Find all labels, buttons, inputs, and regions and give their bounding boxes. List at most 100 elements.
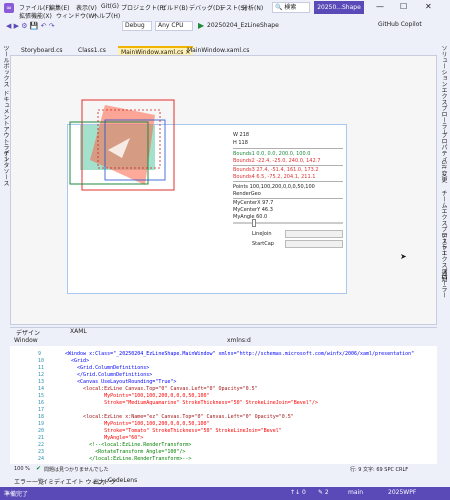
- line-number: 20: [38, 428, 45, 434]
- tab-class1[interactable]: Class1.cs: [75, 46, 109, 55]
- line-number: 24: [38, 456, 45, 462]
- config-select[interactable]: Debug: [122, 21, 152, 31]
- code-line: Stroke="Tomato" StrokeThickness="50" Str…: [65, 428, 282, 434]
- line-number: 14: [38, 386, 45, 392]
- tab-mainwindow-cs[interactable]: MainWindow.xaml.cs: [184, 46, 252, 55]
- platform-select[interactable]: Any CPU: [155, 21, 193, 31]
- zoom-level[interactable]: 100 %: [14, 466, 30, 472]
- check-icon: ✔: [36, 465, 42, 472]
- width-label: W 218: [233, 132, 250, 138]
- menu-build[interactable]: ビルド(B): [161, 3, 188, 12]
- shapes-canvas: [69, 99, 175, 191]
- line-number: 16: [38, 400, 45, 406]
- vs-logo-icon: ∞: [4, 3, 14, 13]
- startcap-combo[interactable]: [285, 240, 343, 248]
- linejoin-label: LineJoin: [252, 231, 272, 237]
- menu-project[interactable]: プロジェクト(P): [121, 3, 165, 12]
- issues-status: 問題は見つかりませんでした: [44, 467, 109, 473]
- minimize-button[interactable]: —: [376, 2, 384, 11]
- toolbox-tab[interactable]: ツールボックス: [1, 45, 10, 87]
- close-button[interactable]: ✕: [425, 2, 432, 11]
- line-number: 9: [38, 351, 42, 357]
- line-number: 10: [38, 358, 45, 364]
- back-icon[interactable]: ◀ ▶ ⚙ 💾 ↶ ↷: [6, 22, 55, 30]
- code-line: <Grid>: [65, 358, 90, 364]
- bounds2-label: Bounds2 -22.4, -25.0, 240.0, 142.7: [233, 158, 321, 164]
- mycentery-label: MyCenterY 46.3: [233, 207, 273, 213]
- separator: [233, 148, 343, 149]
- code-line: MyPoints="100,100,200,0,0,0,50,100": [65, 421, 210, 427]
- xaml-tab[interactable]: XAML: [70, 328, 87, 335]
- bounds1-label: Bounds1 0.0, 0.0, 200.0, 100.0: [233, 151, 311, 157]
- element-selector[interactable]: Window: [14, 337, 38, 344]
- menu-debug[interactable]: デバッグ(D): [189, 3, 222, 12]
- element-bar: [10, 336, 437, 345]
- tab-output[interactable]: 出力: [93, 477, 105, 486]
- linejoin-combo[interactable]: [285, 230, 343, 238]
- separator: [233, 198, 343, 199]
- code-lines: 9 10 11 12 13 14 15 16 17 18 19 20 21 22…: [10, 346, 437, 464]
- code-line: <Canvas UseLayoutRounding="True">: [65, 379, 177, 385]
- notifications-tab[interactable]: 通知: [439, 270, 448, 282]
- run-icon[interactable]: ▶: [198, 21, 204, 30]
- menu-window[interactable]: ウィンドウ(W): [56, 11, 97, 20]
- tab-codelens[interactable]: CodeLens: [108, 477, 137, 484]
- separator: [233, 181, 343, 182]
- line-number: 19: [38, 421, 45, 427]
- separator: [233, 165, 343, 166]
- search-box[interactable]: 🔍 検索: [272, 2, 310, 13]
- tab-mainwindow-xaml[interactable]: MainWindow.xaml.cs ✕: [118, 46, 194, 56]
- mouse-cursor-icon: ➤: [400, 252, 407, 261]
- menu-help[interactable]: ヘルプ(H): [93, 11, 120, 20]
- startcap-label: StartCap: [252, 241, 274, 247]
- test-explorer-tab[interactable]: テストエクスプローラー: [439, 232, 448, 298]
- datasource-tab[interactable]: データソース: [1, 150, 10, 186]
- slider-thumb[interactable]: [252, 219, 256, 227]
- code-line: <local:EzLine x:Name="ez" Canvas.Top="0"…: [65, 414, 294, 420]
- line-number: 15: [38, 393, 45, 399]
- project-title: 20250...Shape: [314, 1, 364, 14]
- cursor-position: 行: 9 文字: 69 SPC CRLF: [350, 467, 409, 473]
- member-selector[interactable]: xmlns:d: [227, 337, 251, 344]
- sync-status[interactable]: ↑↓ 0: [290, 489, 306, 496]
- points-label: Points 100,100,200,0,0,0,50,100: [233, 184, 315, 190]
- copilot-button[interactable]: GitHub Copilot: [378, 21, 422, 28]
- maximize-button[interactable]: ☐: [400, 2, 407, 11]
- menu-extensions[interactable]: 拡張機能(X): [19, 11, 52, 20]
- repo-selector[interactable]: 2025WPF: [388, 489, 416, 496]
- branch-selector[interactable]: main: [348, 489, 363, 496]
- run-target[interactable]: 20250204_EzLineShape: [207, 22, 279, 29]
- line-number: 21: [38, 435, 45, 441]
- pending-edits[interactable]: ✎ 2: [318, 489, 329, 496]
- line-number: 23: [38, 449, 45, 455]
- rendergeo-label: RenderGeo: [233, 191, 261, 197]
- line-number: 22: [38, 442, 45, 448]
- height-label: H 118: [233, 140, 248, 146]
- angle-slider[interactable]: [233, 222, 343, 224]
- code-line: <local:EzLine Canvas.Top="0" Canvas.Left…: [65, 386, 258, 392]
- tab-error-list[interactable]: エラー一覧: [14, 477, 44, 486]
- line-number: 17: [38, 407, 45, 413]
- code-line: MyAngle="60">: [65, 435, 144, 441]
- menu-analyze[interactable]: 分析(N): [242, 3, 263, 12]
- code-line: <!--<local:EzLine.RenderTransform>: [65, 442, 192, 448]
- line-number: 12: [38, 372, 45, 378]
- code-line: <Window x:Class="_20250204_EzLineShape.M…: [65, 351, 415, 357]
- mycenterx-label: MyCenterX 97.7: [233, 200, 274, 206]
- bounds3-label: Bounds3 27.4, -51.4, 161.0, 173.2: [233, 167, 319, 173]
- code-line: MyPoints="100,100,200,0,0,0,50,100": [65, 393, 210, 399]
- status-bar: [0, 487, 450, 500]
- code-line: <RotateTransform Angle="100"/>: [65, 449, 186, 455]
- menu-git[interactable]: Git(G): [101, 3, 119, 10]
- solution-explorer-tab[interactable]: ソリューションエクスプローラー: [439, 45, 448, 135]
- properties-tab[interactable]: プロパティ: [439, 132, 448, 162]
- line-number: 18: [38, 414, 45, 420]
- code-line: </Grid.ColumnDefinitions>: [65, 372, 153, 378]
- git-changes-tab[interactable]: Git 変更: [439, 160, 448, 183]
- tab-storyboard[interactable]: Storyboard.cs: [18, 46, 66, 55]
- code-line: </local:EzLine.RenderTransform>-->: [65, 456, 192, 462]
- code-line: Stroke="MediumAquamarine" StrokeThicknes…: [65, 400, 318, 406]
- bounds4-label: Bounds4 6.5, -75.2, 204.1, 211.1: [233, 174, 316, 180]
- myangle-label: MyAngle 60.0: [233, 214, 268, 220]
- ready-status: 準備完了: [4, 491, 29, 498]
